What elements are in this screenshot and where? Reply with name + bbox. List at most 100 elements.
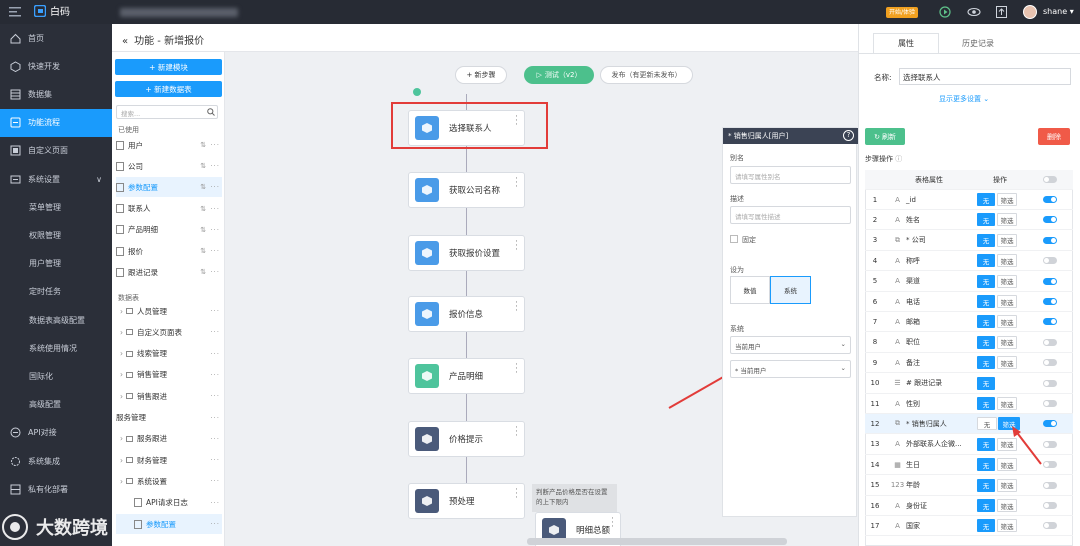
flow-node[interactable]: 获取报价设置 · · · <box>408 235 525 271</box>
eye-icon[interactable] <box>967 7 981 17</box>
test-button[interactable]: ▷ 测试（v2） <box>524 66 594 84</box>
flow-node[interactable]: 报价信息 · · · <box>408 296 525 332</box>
filter-button[interactable]: 筛选 <box>997 519 1017 533</box>
none-button[interactable]: 无 <box>977 213 995 227</box>
used-item[interactable]: 参数配置 ⇅ ··· <box>116 177 222 198</box>
sidebar-item-13[interactable]: 高级配置 <box>0 391 112 419</box>
more-icon[interactable]: ··· <box>210 371 220 379</box>
more-icon[interactable]: ⇅ ··· <box>200 268 220 276</box>
more-icon[interactable]: ⇅ ··· <box>200 226 220 234</box>
system-select[interactable]: 当前用户 ⌄ <box>730 336 851 354</box>
scrollbar[interactable] <box>527 538 787 545</box>
search-icon[interactable] <box>207 108 215 116</box>
tree-item[interactable]: 服务管理 ··· <box>116 408 222 428</box>
avatar[interactable] <box>1023 5 1037 19</box>
more-icon[interactable]: ··· <box>515 299 518 316</box>
sidebar-item-6[interactable]: 菜单管理 <box>0 193 112 221</box>
row-toggle[interactable] <box>1043 481 1057 489</box>
more-icon[interactable]: ··· <box>515 486 518 503</box>
new-table-button[interactable]: + 新建数据表 <box>115 81 222 97</box>
used-item[interactable]: 跟进记录 ⇅ ··· <box>116 262 222 282</box>
sidebar-item-15[interactable]: 系统集成 <box>0 447 112 475</box>
filter-button[interactable]: 筛选 <box>997 295 1017 308</box>
sidebar-item-10[interactable]: 数据表高级配置 <box>0 306 112 334</box>
delete-button[interactable]: 删除 <box>1038 128 1070 145</box>
used-item[interactable]: 产品明细 ⇅ ··· <box>116 220 222 240</box>
filter-button[interactable]: 筛选 <box>997 193 1017 206</box>
more-icon[interactable]: ⇅ ··· <box>200 205 220 213</box>
menu-icon[interactable] <box>9 6 21 17</box>
tab-history[interactable]: 历史记录 <box>945 33 1011 53</box>
filter-button[interactable]: 筛选 <box>997 335 1017 349</box>
tree-item[interactable]: › 人员管理 ··· <box>116 301 222 321</box>
none-button[interactable]: 无 <box>977 397 995 410</box>
new-module-button[interactable]: + 新建模块 <box>115 59 222 75</box>
none-button[interactable]: 无 <box>977 376 995 390</box>
new-step-button[interactable]: + 新步骤 <box>455 66 507 84</box>
tree-item[interactable]: › 服务跟进 ··· <box>116 429 222 449</box>
filter-button[interactable]: 筛选 <box>997 274 1017 288</box>
none-button[interactable]: 无 <box>977 315 995 329</box>
search-input[interactable]: 搜索... <box>116 105 218 119</box>
none-button[interactable]: 无 <box>977 335 995 349</box>
sidebar-item-2[interactable]: 数据集 <box>0 80 112 108</box>
alias-input[interactable]: 请填写属性别名 <box>730 166 851 184</box>
sidebar-item-11[interactable]: 系统使用情况 <box>0 334 112 362</box>
upload-icon[interactable] <box>996 6 1007 18</box>
none-button[interactable]: 无 <box>977 233 995 247</box>
row-toggle[interactable] <box>1043 236 1057 244</box>
none-button[interactable]: 无 <box>977 519 995 533</box>
sidebar-item-14[interactable]: API对接 <box>0 419 112 447</box>
more-icon[interactable]: ··· <box>210 414 220 422</box>
filter-button[interactable]: 筛选 <box>997 315 1017 329</box>
more-icon[interactable]: ··· <box>210 435 220 443</box>
none-button[interactable]: 无 <box>977 458 995 472</box>
user-menu[interactable]: shane ▾ <box>1043 7 1074 16</box>
used-item[interactable]: 联系人 ⇅ ··· <box>116 199 222 219</box>
flow-node[interactable]: 产品明细 · · · <box>408 358 525 394</box>
more-icon[interactable]: ⇅ ··· <box>200 247 220 255</box>
more-settings-link[interactable]: 显示更多设置 ⌄ <box>939 94 989 104</box>
tree-item[interactable]: › 财务管理 ··· <box>116 450 222 470</box>
help-icon[interactable]: ? <box>843 130 854 141</box>
filter-button[interactable]: 筛选 <box>997 233 1017 247</box>
sidebar-item-16[interactable]: 私有化部署 <box>0 475 112 503</box>
tree-item[interactable]: › 线索管理 ··· <box>116 344 222 364</box>
sidebar-item-5[interactable]: 系统设置 ∨ <box>0 165 112 193</box>
flow-node[interactable]: 获取公司名称 · · · <box>408 172 525 208</box>
more-icon[interactable]: ··· <box>210 392 220 400</box>
used-item[interactable]: 报价 ⇅ ··· <box>116 241 222 261</box>
used-item[interactable]: 公司 ⇅ ··· <box>116 156 222 176</box>
tab-properties[interactable]: 属性 <box>873 33 939 53</box>
sidebar-item-8[interactable]: 用户管理 <box>0 250 112 278</box>
filter-button[interactable]: 筛选 <box>997 397 1017 410</box>
flow-node[interactable]: 价格提示 · · · <box>408 421 525 457</box>
none-button[interactable]: 无 <box>977 499 995 512</box>
sidebar-item-4[interactable]: 自定义页面 <box>0 137 112 165</box>
none-button[interactable]: 无 <box>977 417 997 431</box>
more-icon[interactable]: ··· <box>515 361 518 378</box>
none-button[interactable]: 无 <box>977 254 995 268</box>
filter-button[interactable]: 筛选 <box>997 254 1017 268</box>
tree-item[interactable]: › 销售跟进 ··· <box>116 386 222 406</box>
back-icon[interactable]: « <box>122 36 128 47</box>
none-button[interactable]: 无 <box>977 437 995 451</box>
play-icon[interactable] <box>939 6 951 18</box>
sidebar-item-9[interactable]: 定时任务 <box>0 278 112 306</box>
tree-item[interactable]: › 销售管理 ··· <box>116 365 222 385</box>
trial-badge[interactable]: 开始/体验 <box>886 7 919 18</box>
row-toggle[interactable] <box>1043 359 1057 367</box>
none-button[interactable]: 无 <box>977 193 995 206</box>
more-icon[interactable]: ··· <box>515 238 518 255</box>
sidebar-item-3[interactable]: 功能流程 <box>0 108 112 137</box>
row-toggle[interactable] <box>1043 277 1057 285</box>
sidebar-item-12[interactable]: 国际化 <box>0 362 112 390</box>
fixed-checkbox[interactable] <box>730 235 738 243</box>
row-toggle[interactable] <box>1043 502 1057 509</box>
publish-button[interactable]: 发布（有更新未发布） <box>600 66 693 84</box>
sidebar-item-1[interactable]: 快速开发 <box>0 52 112 80</box>
row-toggle[interactable] <box>1043 257 1057 265</box>
more-icon[interactable]: ··· <box>210 307 220 315</box>
more-icon[interactable]: ··· <box>210 456 220 464</box>
filter-button[interactable]: 筛选 <box>997 499 1017 512</box>
